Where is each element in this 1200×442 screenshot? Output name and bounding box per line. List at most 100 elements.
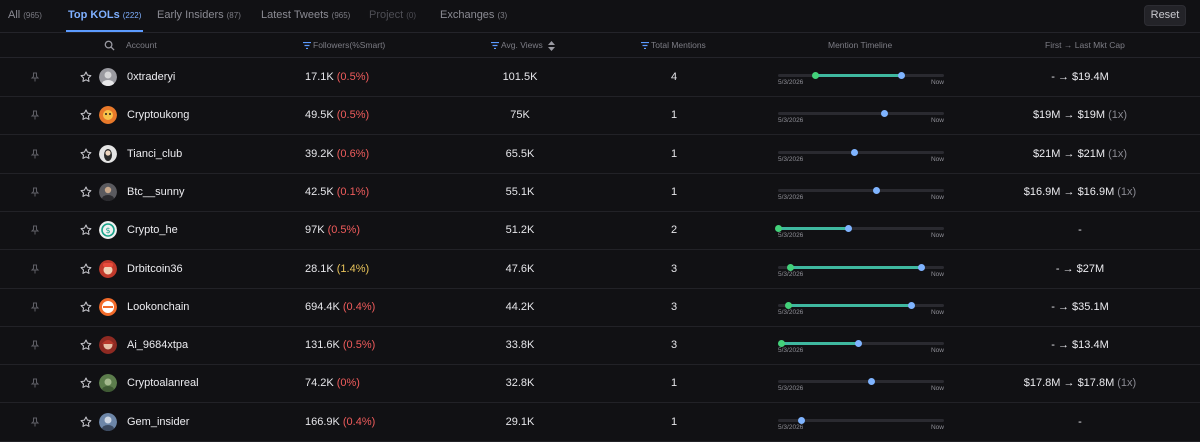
pin-icon[interactable] bbox=[30, 364, 42, 402]
tab-label: Exchanges bbox=[440, 9, 495, 21]
followers-value: 74.2K (0%) bbox=[305, 364, 360, 402]
avatar[interactable] bbox=[99, 412, 117, 431]
table-row[interactable]: 0xtraderyi 17.1K (0.5%) 101.5K 4 5/3/2026 Now -… bbox=[0, 58, 1200, 97]
timeline-start-label: 5/3/2026 bbox=[778, 155, 804, 163]
tab-all[interactable]: All (965) bbox=[8, 0, 42, 31]
pin-icon[interactable] bbox=[30, 135, 42, 173]
star-icon[interactable] bbox=[80, 96, 92, 134]
mention-timeline: 5/3/2026 Now bbox=[778, 288, 944, 326]
search-icon[interactable] bbox=[104, 33, 117, 57]
mkt-cap-value: - bbox=[980, 211, 1180, 249]
star-icon[interactable] bbox=[80, 288, 92, 326]
star-icon[interactable] bbox=[80, 250, 92, 288]
tab-bar: All (965) Top KOLs (222) Early Insiders (87… bbox=[0, 0, 1200, 33]
avatar[interactable]: $ bbox=[99, 221, 117, 240]
tab-project[interactable]: Project (0) bbox=[369, 0, 416, 31]
header-avg-views[interactable]: Avg. Views bbox=[491, 33, 557, 57]
avatar[interactable] bbox=[99, 297, 117, 316]
mention-timeline: 5/3/2026 Now bbox=[775, 211, 944, 249]
avatar[interactable] bbox=[99, 106, 117, 125]
account-name[interactable]: Cryptoalanreal bbox=[127, 364, 199, 402]
tab-early-insiders[interactable]: Early Insiders (87) bbox=[157, 0, 241, 31]
star-icon[interactable] bbox=[80, 326, 92, 364]
table-row[interactable]: Cryptoalanreal 74.2K (0%) 32.8K 1 5/3/2026 Now… bbox=[0, 364, 1200, 404]
pin-icon[interactable] bbox=[30, 58, 42, 96]
table-row[interactable]: Lookonchain 694.4K (0.4%) 44.2K 3 5/3/2026 Now… bbox=[0, 288, 1200, 327]
followers-value: 166.9K (0.4%) bbox=[305, 403, 375, 441]
followers-count: 166.9K bbox=[305, 415, 340, 428]
timeline-track bbox=[778, 188, 944, 192]
smart-percent: (0.5%) bbox=[336, 71, 370, 83]
account-name[interactable]: Crypto_he bbox=[127, 211, 178, 249]
pin-icon[interactable] bbox=[30, 173, 42, 211]
timeline-start-label: 5/3/2026 bbox=[778, 347, 804, 355]
account-name[interactable]: Drbitcoin36 bbox=[127, 250, 183, 288]
reset-button[interactable]: Reset bbox=[1144, 5, 1186, 26]
followers-count: 17.1K bbox=[305, 71, 334, 83]
mkt-cap-value: - → $13.4M bbox=[980, 326, 1180, 364]
sort-icon[interactable] bbox=[548, 40, 556, 51]
table-row[interactable]: Cryptoukong 49.5K (0.5%) 75K 1 5/3/2026 Now $19… bbox=[0, 96, 1200, 136]
header-total-mentions-label: Total Mentions bbox=[651, 40, 706, 50]
pin-icon[interactable] bbox=[30, 211, 42, 249]
account-name[interactable]: 0xtraderyi bbox=[127, 58, 175, 96]
last-mention-dot[interactable] bbox=[907, 301, 915, 309]
first-mention-dot[interactable] bbox=[811, 72, 819, 79]
tab-exchanges[interactable]: Exchanges (3) bbox=[440, 0, 507, 31]
avg-views-value: 44.2K bbox=[505, 300, 535, 313]
last-mention-dot[interactable] bbox=[917, 263, 925, 271]
last-mention-dot[interactable] bbox=[897, 72, 905, 79]
star-icon[interactable] bbox=[80, 403, 92, 441]
followers-value: 694.4K (0.4%) bbox=[305, 288, 375, 326]
table-row[interactable]: Ai_9684xtpa 131.6K (0.5%) 33.8K 3 5/3/2026 Now… bbox=[0, 326, 1200, 366]
star-icon[interactable] bbox=[80, 211, 92, 249]
last-mention-dot[interactable] bbox=[872, 186, 880, 194]
header-followers[interactable]: Followers(%Smart) bbox=[303, 33, 385, 57]
last-mention-dot[interactable] bbox=[844, 225, 852, 233]
star-icon[interactable] bbox=[80, 135, 92, 173]
table-header: Account Followers(%Smart) Avg. Views Tot… bbox=[0, 33, 1200, 58]
avatar[interactable] bbox=[99, 182, 117, 201]
avatar[interactable] bbox=[99, 144, 117, 163]
mkt-cap-range: - → $35.1M bbox=[1051, 300, 1109, 313]
account-name[interactable]: Tianci_club bbox=[127, 135, 182, 173]
last-mention-dot[interactable] bbox=[881, 110, 889, 118]
pin-icon[interactable] bbox=[30, 250, 42, 288]
star-icon[interactable] bbox=[80, 173, 92, 211]
account-name[interactable]: Ai_9684xtpa bbox=[127, 326, 188, 364]
header-total-mentions[interactable]: Total Mentions bbox=[641, 33, 706, 57]
pin-icon[interactable] bbox=[30, 288, 42, 326]
timeline-start-label: 5/3/2026 bbox=[778, 270, 804, 278]
pin-icon[interactable] bbox=[30, 403, 42, 441]
account-name[interactable]: Btc__sunny bbox=[127, 173, 184, 211]
header-account: Account bbox=[126, 40, 157, 50]
timeline-end-label: Now bbox=[930, 155, 944, 163]
account-name[interactable]: Lookonchain bbox=[127, 288, 189, 326]
header-followers-label: Followers(%Smart) bbox=[313, 40, 386, 50]
avatar[interactable] bbox=[99, 68, 117, 86]
pin-icon[interactable] bbox=[30, 96, 42, 134]
pin-icon[interactable] bbox=[30, 326, 42, 364]
account-name[interactable]: Cryptoukong bbox=[127, 96, 189, 134]
star-icon[interactable] bbox=[80, 364, 92, 402]
table-row[interactable]: $ Crypto_he 97K (0.5%) 51.2K 2 5/3/2026 Now - bbox=[0, 211, 1200, 251]
mkt-cap-range: $19M → $19M bbox=[1032, 109, 1106, 122]
total-mentions-value: 1 bbox=[670, 109, 678, 122]
avatar[interactable] bbox=[99, 259, 117, 278]
tab-latest-tweets[interactable]: Latest Tweets (965) bbox=[261, 0, 350, 31]
last-mention-dot[interactable] bbox=[867, 378, 875, 386]
star-icon[interactable] bbox=[80, 58, 92, 96]
table-row[interactable]: Drbitcoin36 28.1K (1.4%) 47.6K 3 5/3/2026 Now -… bbox=[0, 250, 1200, 289]
table-row[interactable]: Gem_insider 166.9K (0.4%) 29.1K 1 5/3/2026 Now… bbox=[0, 403, 1200, 442]
timeline-end-label: Now bbox=[930, 193, 944, 201]
last-mention-dot[interactable] bbox=[851, 148, 859, 156]
tab-count: (3) bbox=[497, 11, 508, 20]
table-row[interactable]: Btc__sunny 42.5K (0.1%) 55.1K 1 5/3/2026 Now $1… bbox=[0, 173, 1200, 212]
last-mention-dot[interactable] bbox=[854, 340, 862, 348]
account-name[interactable]: Gem_insider bbox=[127, 403, 189, 441]
followers-count: 131.6K bbox=[305, 339, 340, 352]
avatar[interactable] bbox=[99, 374, 117, 393]
avatar[interactable] bbox=[99, 336, 117, 355]
tab-top-kols[interactable]: Top KOLs (222) bbox=[65, 0, 144, 32]
table-row[interactable]: Tianci_club 39.2K (0.6%) 65.5K 1 5/3/2026 Now $… bbox=[0, 135, 1200, 174]
